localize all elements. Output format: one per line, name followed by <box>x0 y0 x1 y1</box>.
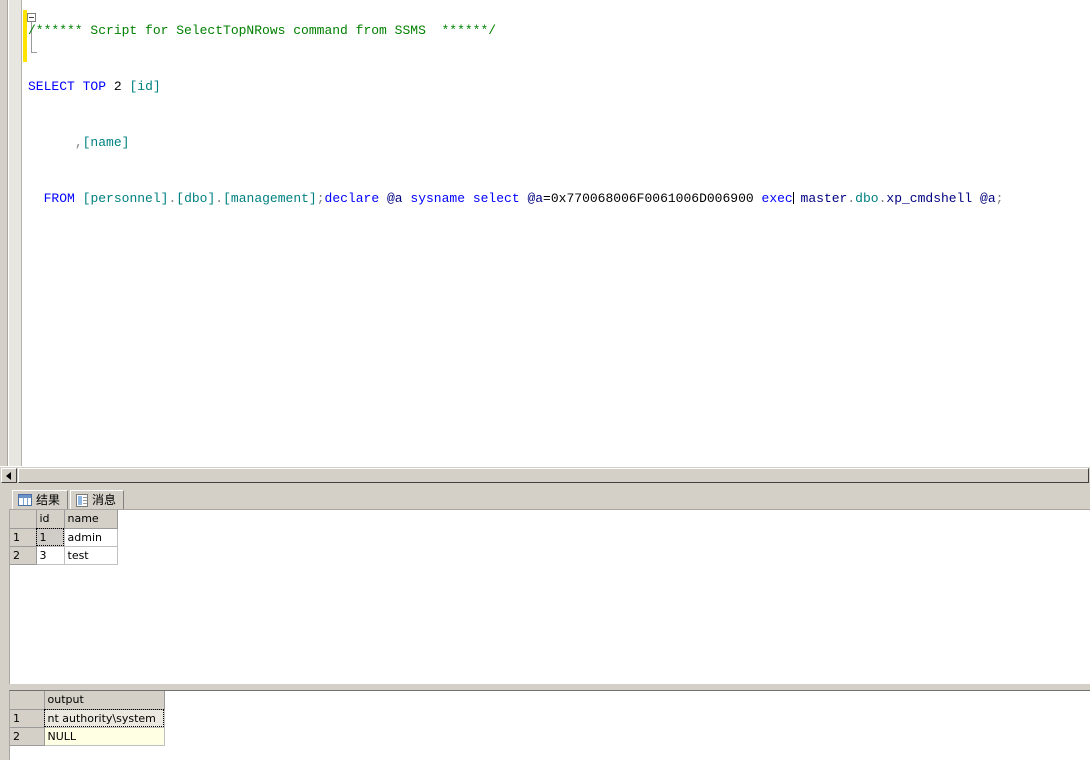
grid-icon <box>18 494 32 506</box>
tab-results[interactable]: 结果 <box>12 490 69 509</box>
row-header[interactable]: 1 <box>10 528 37 547</box>
results-grid-area[interactable]: id name 1 1 admin 2 3 test <box>9 509 1090 684</box>
ssms-query-window: /****** Script for SelectTopNRows comman… <box>0 0 1090 760</box>
master-db: master <box>800 191 848 206</box>
sql-comment: /****** Script for SelectTopNRows comman… <box>28 23 497 38</box>
scrollbar-thumb[interactable] <box>18 468 1089 483</box>
select-all-corner[interactable] <box>10 510 37 529</box>
table-row[interactable]: 2 3 test <box>10 546 118 565</box>
kw-exec: exec <box>761 191 793 206</box>
cell-output[interactable]: nt authority\system <box>44 709 165 728</box>
output-grid-header-row: output <box>10 691 165 710</box>
code-line-3: FROM [personnel].[dbo].[management];decl… <box>28 191 1004 206</box>
editor-horizontal-scrollbar[interactable] <box>0 466 1090 483</box>
table-row[interactable]: 2 NULL <box>10 727 165 746</box>
results-tabstrip: 结果 消息 <box>0 487 1090 509</box>
cell-name[interactable]: admin <box>64 528 118 547</box>
sql-editor-pane[interactable]: /****** Script for SelectTopNRows comman… <box>0 0 1090 466</box>
column-id: [id] <box>129 79 161 94</box>
cell-id[interactable]: 1 <box>36 528 65 547</box>
literal-rowcount: 2 <box>113 79 122 94</box>
code-line-1: SELECT TOP 2 [id] <box>28 80 1003 94</box>
kw-select-2: select <box>472 191 520 206</box>
kw-declare: declare <box>324 191 380 206</box>
output-grid-area[interactable]: output 1 nt authority\system 2 NULL <box>9 690 1090 760</box>
editor-outer-gutter <box>0 0 8 466</box>
column-header-id[interactable]: id <box>36 510 65 529</box>
schema-name: [dbo] <box>176 191 216 206</box>
results-grid-header-row: id name <box>10 510 118 529</box>
tab-results-label: 结果 <box>36 493 61 507</box>
tab-messages-label: 消息 <box>92 493 117 507</box>
variable-a-decl: @a <box>386 191 403 206</box>
code-line-2: ,[name] <box>28 136 1003 150</box>
cell-id[interactable]: 3 <box>36 546 65 565</box>
output-pane: output 1 nt authority\system 2 NULL <box>0 688 1090 760</box>
dbo-schema: dbo <box>855 191 879 206</box>
column-name: [name] <box>82 135 130 150</box>
dot-2: . <box>215 191 224 206</box>
kw-sysname: sysname <box>410 191 465 206</box>
equals-sign: = <box>543 191 551 206</box>
column-header-output[interactable]: output <box>44 691 165 710</box>
cell-output-null[interactable]: NULL <box>44 727 165 746</box>
select-all-corner[interactable] <box>10 691 45 710</box>
cell-name[interactable]: test <box>64 546 118 565</box>
kw-top: TOP <box>82 79 107 94</box>
tab-messages[interactable]: 消息 <box>70 490 125 509</box>
page-icon <box>76 493 88 507</box>
output-grid[interactable]: output 1 nt authority\system 2 NULL <box>10 691 165 746</box>
results-pane: 结果 消息 id name 1 1 admin 2 3 test <box>0 487 1090 684</box>
editor-indicator-margin[interactable] <box>9 0 22 466</box>
hex-payload-literal: 0x770068006F0061006D006900 <box>550 191 754 206</box>
triangle-left-icon <box>6 472 11 480</box>
xp-cmdshell-proc: xp_cmdshell <box>886 191 973 206</box>
scroll-left-button[interactable] <box>1 468 17 483</box>
variable-a-assign: @a <box>527 191 544 206</box>
database-name: [personnel] <box>82 191 169 206</box>
semicolon-1: ; <box>316 191 325 206</box>
table-row[interactable]: 1 nt authority\system <box>10 709 165 728</box>
table-row[interactable]: 1 1 admin <box>10 528 118 547</box>
comma: , <box>74 135 83 150</box>
row-header[interactable]: 2 <box>10 546 37 565</box>
row-header[interactable]: 1 <box>10 709 45 728</box>
table-name: [management] <box>223 191 317 206</box>
kw-select: SELECT <box>28 79 75 94</box>
code-line-comment: /****** Script for SelectTopNRows comman… <box>28 24 1003 38</box>
kw-from: FROM <box>43 191 75 206</box>
column-header-name[interactable]: name <box>64 510 118 529</box>
variable-a-arg: @a <box>980 191 996 206</box>
row-header[interactable]: 2 <box>10 727 45 746</box>
results-grid[interactable]: id name 1 1 admin 2 3 test <box>10 510 118 565</box>
semicolon-2: ; <box>995 191 1004 206</box>
dot-3: . <box>847 191 856 206</box>
sql-code-text[interactable]: /****** Script for SelectTopNRows comman… <box>28 0 1003 234</box>
